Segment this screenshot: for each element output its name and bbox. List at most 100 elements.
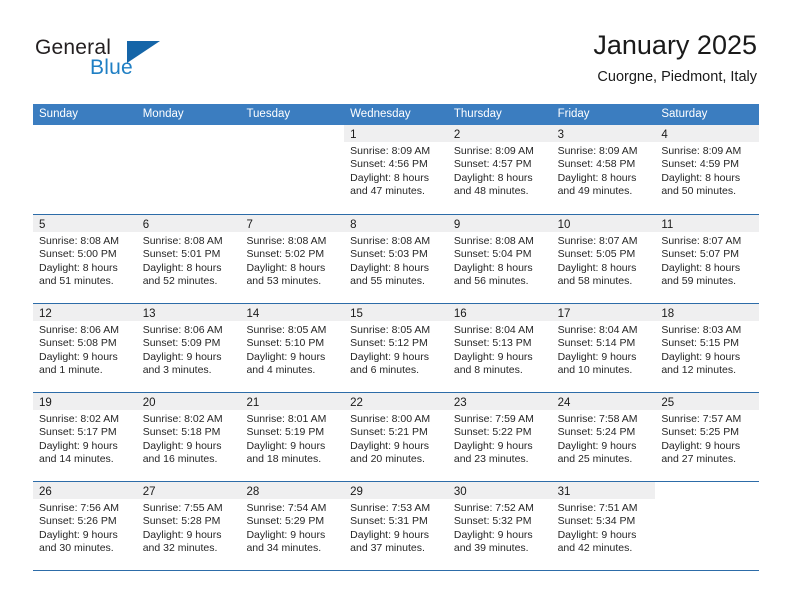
- calendar-day-cell[interactable]: 22 Sunrise: 8:00 AM Sunset: 5:21 PM Dayligh…: [344, 393, 448, 481]
- day-info-line: Daylight: 9 hours: [350, 350, 429, 363]
- day-info-line: Daylight: 8 hours: [350, 171, 429, 184]
- day-info-line: Sunset: 5:29 PM: [246, 515, 325, 528]
- calendar-day-cell-empty: [240, 125, 345, 214]
- day-info-line: and 14 minutes.: [39, 452, 114, 465]
- calendar-day-cell[interactable]: 26 Sunrise: 7:56 AM Sunset: 5:26 PM Dayligh…: [33, 482, 137, 570]
- day-sun-info: Sunrise: 8:07 AM Sunset: 5:07 PM Daylight:…: [655, 232, 759, 288]
- day-number-band: 22: [344, 393, 448, 410]
- day-number-band: 23: [447, 393, 552, 410]
- day-number-band: 16: [447, 304, 552, 321]
- day-number-band: [655, 482, 759, 499]
- day-info-line: Sunset: 5:07 PM: [661, 248, 739, 261]
- day-number: 10: [557, 219, 571, 231]
- day-info-line: Sunrise: 7:58 AM: [557, 413, 638, 425]
- weekday-header-wednesday: Wednesday: [350, 108, 411, 120]
- day-info-line: Sunset: 5:10 PM: [246, 337, 325, 350]
- day-info-line: Sunset: 4:56 PM: [350, 158, 428, 171]
- weekday-header-saturday: Saturday: [661, 108, 708, 120]
- calendar-day-cell[interactable]: 6 Sunrise: 8:08 AM Sunset: 5:01 PM Daylight…: [136, 215, 241, 303]
- day-info-line: and 48 minutes.: [453, 184, 529, 197]
- day-sun-info: Sunrise: 8:08 AM Sunset: 5:04 PM Daylight:…: [448, 232, 552, 288]
- day-number-band: 29: [344, 482, 448, 499]
- calendar-day-cell[interactable]: 30 Sunrise: 7:52 AM Sunset: 5:32 PM Dayligh…: [447, 482, 552, 570]
- calendar-day-cell[interactable]: 7 Sunrise: 8:08 AM Sunset: 5:02 PM Daylight…: [240, 215, 345, 303]
- day-number-band: 20: [136, 393, 241, 410]
- day-sun-info: [137, 142, 241, 145]
- day-number-band: 30: [447, 482, 552, 499]
- day-sun-info: Sunrise: 8:06 AM Sunset: 5:08 PM Daylight:…: [33, 321, 137, 377]
- day-number: 15: [350, 308, 363, 320]
- day-sun-info: Sunrise: 7:58 AM Sunset: 5:24 PM Daylight:…: [552, 410, 656, 466]
- day-number: 23: [453, 397, 467, 409]
- day-info-line: Sunset: 5:00 PM: [39, 248, 117, 261]
- day-sun-info: Sunrise: 7:57 AM Sunset: 5:25 PM Daylight:…: [655, 410, 759, 466]
- calendar-day-cell[interactable]: 2 Sunrise: 8:09 AM Sunset: 4:57 PM Daylight…: [447, 125, 552, 214]
- day-info-line: Sunset: 5:31 PM: [350, 515, 428, 528]
- day-info-line: and 47 minutes.: [350, 184, 425, 197]
- calendar-day-cell[interactable]: 17 Sunrise: 8:04 AM Sunset: 5:14 PM Dayligh…: [551, 304, 656, 392]
- day-info-line: and 10 minutes.: [557, 363, 633, 376]
- day-info-line: Daylight: 9 hours: [142, 350, 222, 363]
- calendar-day-cell[interactable]: 29 Sunrise: 7:53 AM Sunset: 5:31 PM Dayligh…: [344, 482, 448, 570]
- day-info-line: Sunrise: 7:53 AM: [350, 502, 431, 514]
- day-number: 20: [142, 397, 156, 409]
- day-info-line: and 18 minutes.: [246, 452, 322, 465]
- day-info-line: Sunset: 5:15 PM: [661, 337, 739, 350]
- day-number: 31: [557, 486, 571, 498]
- calendar-day-cell[interactable]: 3 Sunrise: 8:09 AM Sunset: 4:58 PM Daylight…: [551, 125, 656, 214]
- calendar-day-cell[interactable]: 16 Sunrise: 8:04 AM Sunset: 5:13 PM Dayligh…: [447, 304, 552, 392]
- weekday-header-row: Sunday Monday Tuesday Wednesday Thursday Frid…: [33, 104, 759, 125]
- calendar-day-cell[interactable]: 21 Sunrise: 8:01 AM Sunset: 5:19 PM Dayligh…: [240, 393, 345, 481]
- day-info-line: Daylight: 8 hours: [557, 261, 637, 274]
- day-info-line: Daylight: 8 hours: [453, 261, 533, 274]
- day-info-line: Sunset: 5:28 PM: [142, 515, 221, 528]
- calendar-day-cell[interactable]: 23 Sunrise: 7:59 AM Sunset: 5:22 PM Dayligh…: [447, 393, 552, 481]
- calendar-day-cell[interactable]: 1 Sunrise: 8:09 AM Sunset: 4:56 PM Daylight…: [344, 125, 448, 214]
- day-number: 4: [661, 129, 668, 141]
- day-number-band: 27: [136, 482, 241, 499]
- day-info-line: Sunrise: 7:55 AM: [142, 502, 223, 514]
- day-sun-info: Sunrise: 7:56 AM Sunset: 5:26 PM Daylight:…: [33, 499, 137, 555]
- day-number: 9: [453, 219, 461, 231]
- calendar-day-cell[interactable]: 25 Sunrise: 7:57 AM Sunset: 5:25 PM Dayligh…: [655, 393, 760, 481]
- day-info-line: Daylight: 9 hours: [557, 528, 637, 541]
- day-info-line: and 4 minutes.: [246, 363, 316, 376]
- calendar-day-cell[interactable]: 27 Sunrise: 7:55 AM Sunset: 5:28 PM Dayligh…: [136, 482, 241, 570]
- day-info-line: and 20 minutes.: [350, 452, 425, 465]
- day-number-band: 4: [655, 125, 760, 142]
- day-info-line: Sunset: 5:26 PM: [39, 515, 117, 528]
- day-info-line: and 49 minutes.: [557, 184, 633, 197]
- calendar-day-cell[interactable]: 14 Sunrise: 8:05 AM Sunset: 5:10 PM Dayligh…: [240, 304, 345, 392]
- day-sun-info: Sunrise: 7:51 AM Sunset: 5:34 PM Daylight:…: [552, 499, 656, 555]
- calendar-day-cell[interactable]: 12 Sunrise: 8:06 AM Sunset: 5:08 PM Dayligh…: [33, 304, 137, 392]
- day-number: 28: [246, 486, 260, 498]
- day-number: 7: [246, 219, 253, 231]
- calendar-day-cell[interactable]: 4 Sunrise: 8:09 AM Sunset: 4:59 PM Daylight…: [655, 125, 760, 214]
- day-sun-info: Sunrise: 8:08 AM Sunset: 5:02 PM Daylight:…: [240, 232, 344, 288]
- page-subtitle: Cuorgne, Piedmont, Italy: [597, 69, 757, 85]
- calendar-day-cell[interactable]: 5 Sunrise: 8:08 AM Sunset: 5:00 PM Daylight…: [33, 215, 137, 303]
- calendar-day-cell[interactable]: 9 Sunrise: 8:08 AM Sunset: 5:04 PM Daylight…: [447, 215, 552, 303]
- calendar-day-cell[interactable]: 13 Sunrise: 8:06 AM Sunset: 5:09 PM Dayligh…: [136, 304, 241, 392]
- day-info-line: Sunset: 5:02 PM: [246, 248, 325, 261]
- day-info-line: Sunrise: 7:52 AM: [453, 502, 534, 514]
- calendar-day-cell[interactable]: 28 Sunrise: 7:54 AM Sunset: 5:29 PM Dayligh…: [240, 482, 345, 570]
- calendar-day-cell[interactable]: 31 Sunrise: 7:51 AM Sunset: 5:34 PM Dayligh…: [551, 482, 656, 570]
- day-info-line: Sunset: 4:57 PM: [453, 158, 532, 171]
- calendar-day-cell[interactable]: 19 Sunrise: 8:02 AM Sunset: 5:17 PM Dayligh…: [33, 393, 137, 481]
- calendar-page: General Blue January 2025 Cuorgne, Piedm…: [0, 0, 792, 612]
- calendar-day-cell[interactable]: 15 Sunrise: 8:05 AM Sunset: 5:12 PM Dayligh…: [344, 304, 448, 392]
- calendar-day-cell[interactable]: 18 Sunrise: 8:03 AM Sunset: 5:15 PM Dayligh…: [655, 304, 760, 392]
- calendar-day-cell[interactable]: 10 Sunrise: 8:07 AM Sunset: 5:05 PM Dayligh…: [551, 215, 656, 303]
- day-number-band: 28: [240, 482, 345, 499]
- day-info-line: and 51 minutes.: [39, 274, 114, 287]
- day-info-line: Sunrise: 8:09 AM: [557, 145, 638, 157]
- day-info-line: Daylight: 9 hours: [39, 350, 118, 363]
- day-sun-info: [240, 142, 344, 145]
- calendar-day-cell[interactable]: 24 Sunrise: 7:58 AM Sunset: 5:24 PM Dayligh…: [551, 393, 656, 481]
- calendar-day-cell[interactable]: 20 Sunrise: 8:02 AM Sunset: 5:18 PM Dayligh…: [136, 393, 241, 481]
- calendar-day-cell[interactable]: 8 Sunrise: 8:08 AM Sunset: 5:03 PM Daylight…: [344, 215, 448, 303]
- calendar-day-cell[interactable]: 11 Sunrise: 8:07 AM Sunset: 5:07 PM Dayligh…: [655, 215, 760, 303]
- day-info-line: and 6 minutes.: [350, 363, 420, 376]
- day-number-band: 5: [33, 215, 137, 232]
